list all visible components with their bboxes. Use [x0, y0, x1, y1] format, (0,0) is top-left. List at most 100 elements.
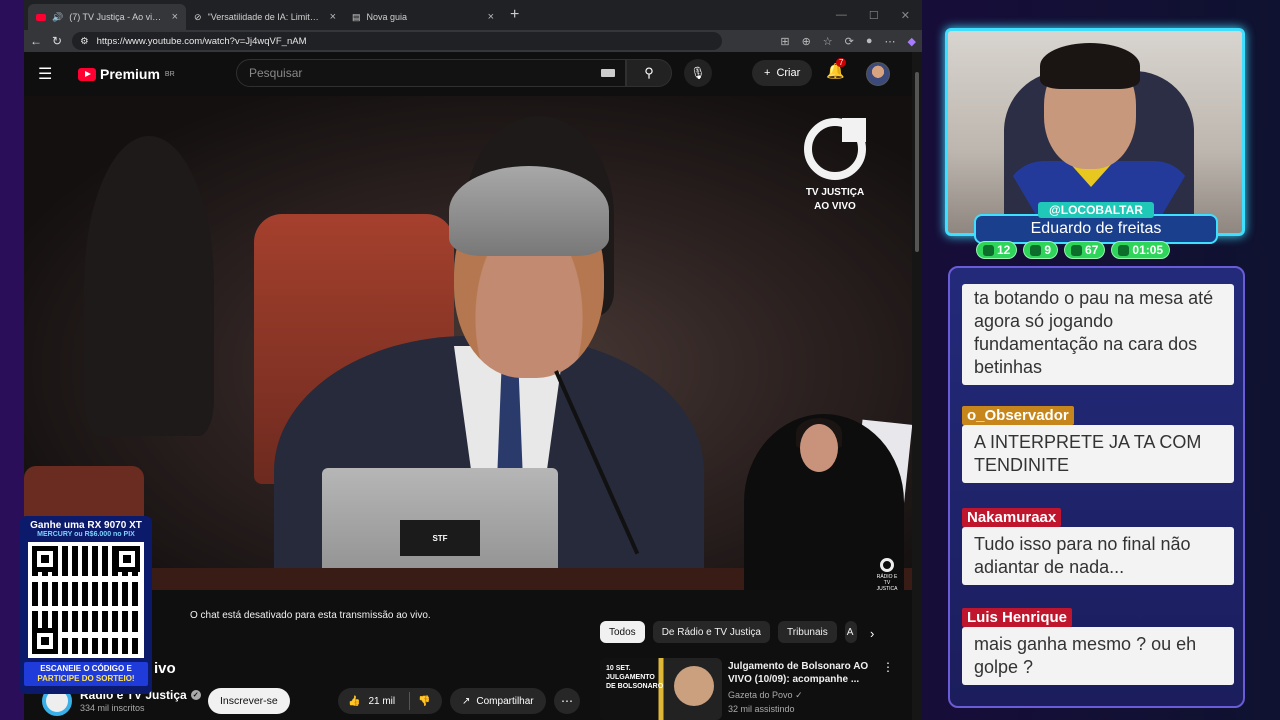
viewer-stats: 12 9 67 01:05: [976, 241, 1171, 259]
giveaway-footer1: ESCANEIE O CÓDIGO E: [40, 664, 132, 673]
zoom-icon[interactable]: ⊕: [802, 35, 811, 48]
url-field[interactable]: ⚙ https://www.youtube.com/watch?v=Jj4wqV…: [72, 32, 723, 50]
tab-article[interactable]: ⊘ "Versatilidade de IA: Limitações e ×: [186, 4, 344, 30]
page-scrollbar[interactable]: [912, 52, 922, 720]
tab-label: Nova guia: [366, 12, 408, 22]
corner-logo: RÁDIO E TV JUSTIÇA: [874, 558, 900, 590]
profile-icon[interactable]: ●: [866, 35, 873, 47]
window-controls: — ☐ ✕: [836, 9, 922, 22]
tab-bar: 🔊 (7) TV Justiça - Ao vivo - YouTube × ⊘…: [24, 0, 922, 30]
logo-text: Premium: [100, 66, 160, 82]
like-icon[interactable]: 👍: [348, 696, 360, 707]
streamer-handle: @LOCOBALTAR: [1038, 202, 1154, 218]
stat-youtube: 9: [1023, 241, 1059, 259]
chip-partial[interactable]: A: [844, 621, 857, 643]
subscribe-button[interactable]: Inscrever-se: [208, 688, 290, 714]
page-favicon-icon: ⊘: [194, 11, 202, 22]
qr-code-icon: [28, 542, 144, 658]
voice-search-button[interactable]: 🎙: [684, 59, 712, 87]
tab-new[interactable]: ▤ Nova guia ×: [344, 4, 502, 30]
menu-dots-icon[interactable]: ⋯: [885, 35, 896, 48]
video-title: ivo: [154, 660, 176, 677]
video-player[interactable]: STF TV JUSTIÇA AO VIVO RÁDIO E TV JUSTIÇ…: [24, 96, 912, 590]
chat-message: Nakamuraax Tudo isso para no final não a…: [962, 508, 1234, 585]
thumbnail-text: 10 SET. JULGAMENTO DE BOLSONARO: [606, 665, 664, 690]
search-placeholder: Pesquisar: [249, 66, 303, 80]
site-info-icon[interactable]: ⚙: [80, 36, 89, 47]
search-icon: ⚲: [644, 65, 654, 80]
recommended-title[interactable]: Julgamento de Bolsonaro AO VIVO (10/09):…: [728, 660, 872, 686]
search-button[interactable]: ⚲: [626, 59, 672, 87]
close-tab-icon[interactable]: ×: [330, 11, 336, 23]
extensions-icon[interactable]: ⟳: [845, 35, 854, 48]
streamer-hair: [1040, 43, 1140, 89]
reload-icon[interactable]: ↻: [52, 34, 62, 48]
stat-value: 12: [997, 243, 1011, 257]
stream-chat-panel: ta botando o pau na mesa até agora só jo…: [948, 266, 1245, 708]
giveaway-footer2: PARTICIPE DO SORTEIO!: [37, 674, 135, 683]
address-bar: ← ↻ ⚙ https://www.youtube.com/watch?v=Jj…: [24, 30, 922, 52]
background-person: [84, 136, 214, 436]
back-icon[interactable]: ←: [30, 34, 42, 48]
more-vert-icon[interactable]: ⋮: [882, 660, 894, 674]
minimize-icon[interactable]: —: [836, 9, 847, 22]
notifications-button[interactable]: 🔔 7: [826, 58, 847, 80]
recommended-channel[interactable]: Gazeta do Povo ✓: [728, 690, 803, 701]
toolbar-icons: ⊞ ⊕ ☆ ⟳ ● ⋯ ◆: [780, 35, 916, 48]
keyboard-icon[interactable]: [601, 69, 615, 77]
hamburger-menu-icon[interactable]: ☰: [38, 64, 66, 84]
new-tab-button[interactable]: +: [510, 6, 519, 24]
chat-username: Nakamuraax: [962, 508, 1062, 527]
qr-gap: [32, 576, 140, 582]
youtube-play-icon: [78, 67, 96, 81]
chip-tribunais[interactable]: Tribunais: [778, 621, 837, 643]
chat-message-text: mais ganha mesmo ? ou eh golpe ?: [962, 627, 1234, 685]
share-button[interactable]: ↗ Compartilhar: [450, 688, 546, 714]
speaker-hair: [449, 166, 609, 256]
chat-message: Luis Henrique mais ganha mesmo ? ou eh g…: [962, 608, 1234, 685]
tv-justica-watermark: TV JUSTIÇA AO VIVO: [800, 118, 870, 214]
create-button[interactable]: + Criar: [752, 60, 813, 86]
maximize-icon[interactable]: ☐: [869, 9, 879, 22]
recommended-thumbnail[interactable]: 10 SET. JULGAMENTO DE BOLSONARO: [600, 658, 722, 720]
like-dislike-group: 👍 21 mil 👎: [338, 688, 442, 714]
chat-message: ta botando o pau na mesa até agora só jo…: [962, 284, 1234, 385]
favorite-star-icon[interactable]: ☆: [823, 35, 833, 48]
chat-message-text: Tudo isso para no final não adiantar de …: [962, 527, 1234, 585]
new-tab-page-icon: ▤: [352, 11, 361, 22]
stat-twitch: 12: [976, 241, 1018, 259]
create-label: Criar: [776, 67, 801, 79]
stat-value: 9: [1044, 243, 1052, 257]
dislike-icon[interactable]: 👎: [418, 696, 430, 707]
close-tab-icon[interactable]: ×: [172, 11, 178, 23]
account-avatar[interactable]: [866, 62, 890, 86]
chat-username: o_Observador: [962, 406, 1074, 425]
close-tab-icon[interactable]: ×: [488, 11, 494, 23]
qr-gap: [32, 606, 140, 611]
video-info-area: O chat está desativado para esta transmi…: [24, 590, 912, 720]
share-icon: ↗: [462, 695, 471, 707]
apps-icon[interactable]: ⊞: [780, 35, 789, 48]
divider: [409, 692, 411, 710]
chip-all[interactable]: Todos: [600, 621, 645, 643]
copilot-icon[interactable]: ◆: [908, 35, 916, 48]
giveaway-qr-overlay: Ganhe uma RX 9070 XT MERCURY ou R$6.000 …: [20, 516, 152, 694]
search-input[interactable]: Pesquisar: [236, 59, 626, 87]
youtube-logo[interactable]: Premium BR: [78, 66, 175, 82]
recommended-channel-name: Gazeta do Povo: [728, 690, 793, 700]
like-count[interactable]: 21 mil: [368, 696, 395, 707]
chip-channel[interactable]: De Rádio e TV Justiça: [652, 621, 770, 643]
close-window-icon[interactable]: ✕: [901, 9, 910, 22]
qr-finder: [32, 628, 58, 654]
scrollbar-thumb[interactable]: [915, 72, 919, 252]
chevron-right-icon[interactable]: ›: [870, 626, 874, 641]
more-actions-button[interactable]: ⋯: [554, 688, 580, 714]
chat-message: o_Observador A INTERPRETE JA TA COM TEND…: [962, 406, 1234, 483]
tab-youtube[interactable]: 🔊 (7) TV Justiça - Ao vivo - YouTube ×: [28, 4, 186, 30]
tab-label: (7) TV Justiça - Ao vivo - YouTube: [69, 12, 165, 22]
giveaway-headline: Ganhe uma RX 9070 XT: [30, 520, 142, 531]
qr-finder: [114, 546, 140, 572]
watermark-line2: AO VIVO: [814, 201, 856, 212]
stat-value: 01:05: [1132, 243, 1164, 257]
chat-message-text: A INTERPRETE JA TA COM TENDINITE: [962, 425, 1234, 483]
